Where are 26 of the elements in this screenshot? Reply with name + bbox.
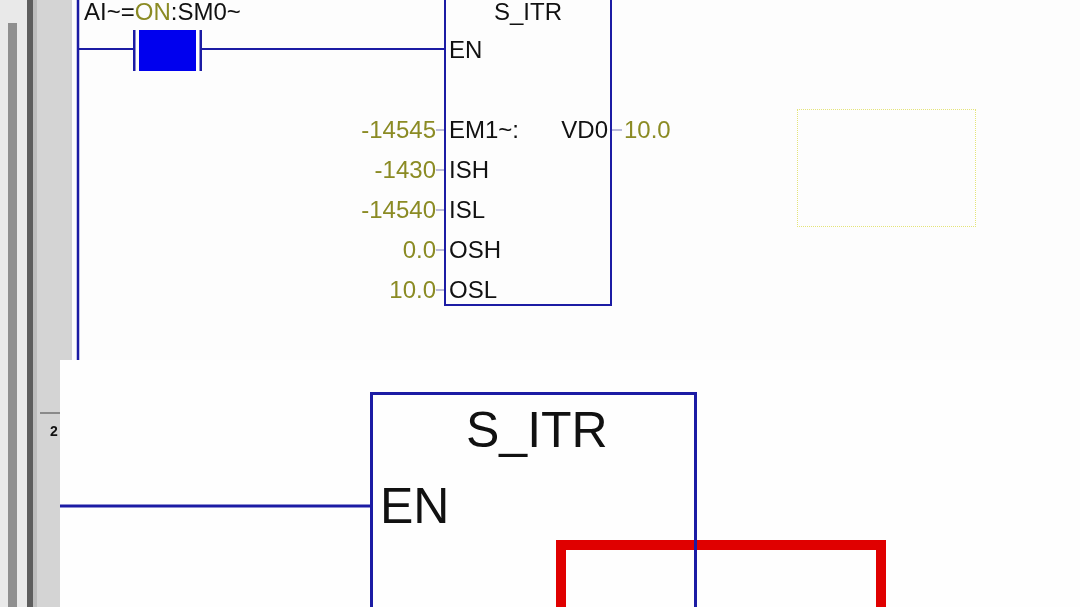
- pin-label: OSH: [449, 238, 501, 262]
- pin-label: EN: [449, 38, 483, 62]
- wire: [77, 48, 134, 50]
- contact-label: AI~=ON:SM0~: [84, 0, 241, 24]
- pin-label: EN: [380, 478, 450, 534]
- pin-label: EM1~:: [449, 118, 520, 142]
- pin-label: VD0: [561, 118, 608, 142]
- pin-value: -14545: [361, 118, 436, 142]
- pin-line: [435, 249, 445, 251]
- pin-line: [435, 289, 445, 291]
- pin-line: [435, 209, 445, 211]
- pin-label: ISH: [449, 158, 489, 182]
- pin-value: 10.0: [624, 118, 671, 142]
- pin-line: [435, 129, 445, 131]
- block-title: S_ITR: [494, 0, 562, 24]
- pin-value: -1430: [374, 158, 436, 182]
- pin-label: ISL: [449, 198, 486, 222]
- block-title: S_ITR: [466, 402, 608, 458]
- network-number: 2: [50, 423, 58, 439]
- pin-value: -14540: [361, 198, 436, 222]
- pin-value: 10.0: [389, 278, 436, 302]
- pin-label: OSL: [449, 278, 498, 302]
- pin-line: [435, 169, 445, 171]
- scroll-bar[interactable]: [8, 23, 17, 607]
- pin-value: 0.0: [402, 238, 436, 262]
- pin-line: [611, 129, 623, 131]
